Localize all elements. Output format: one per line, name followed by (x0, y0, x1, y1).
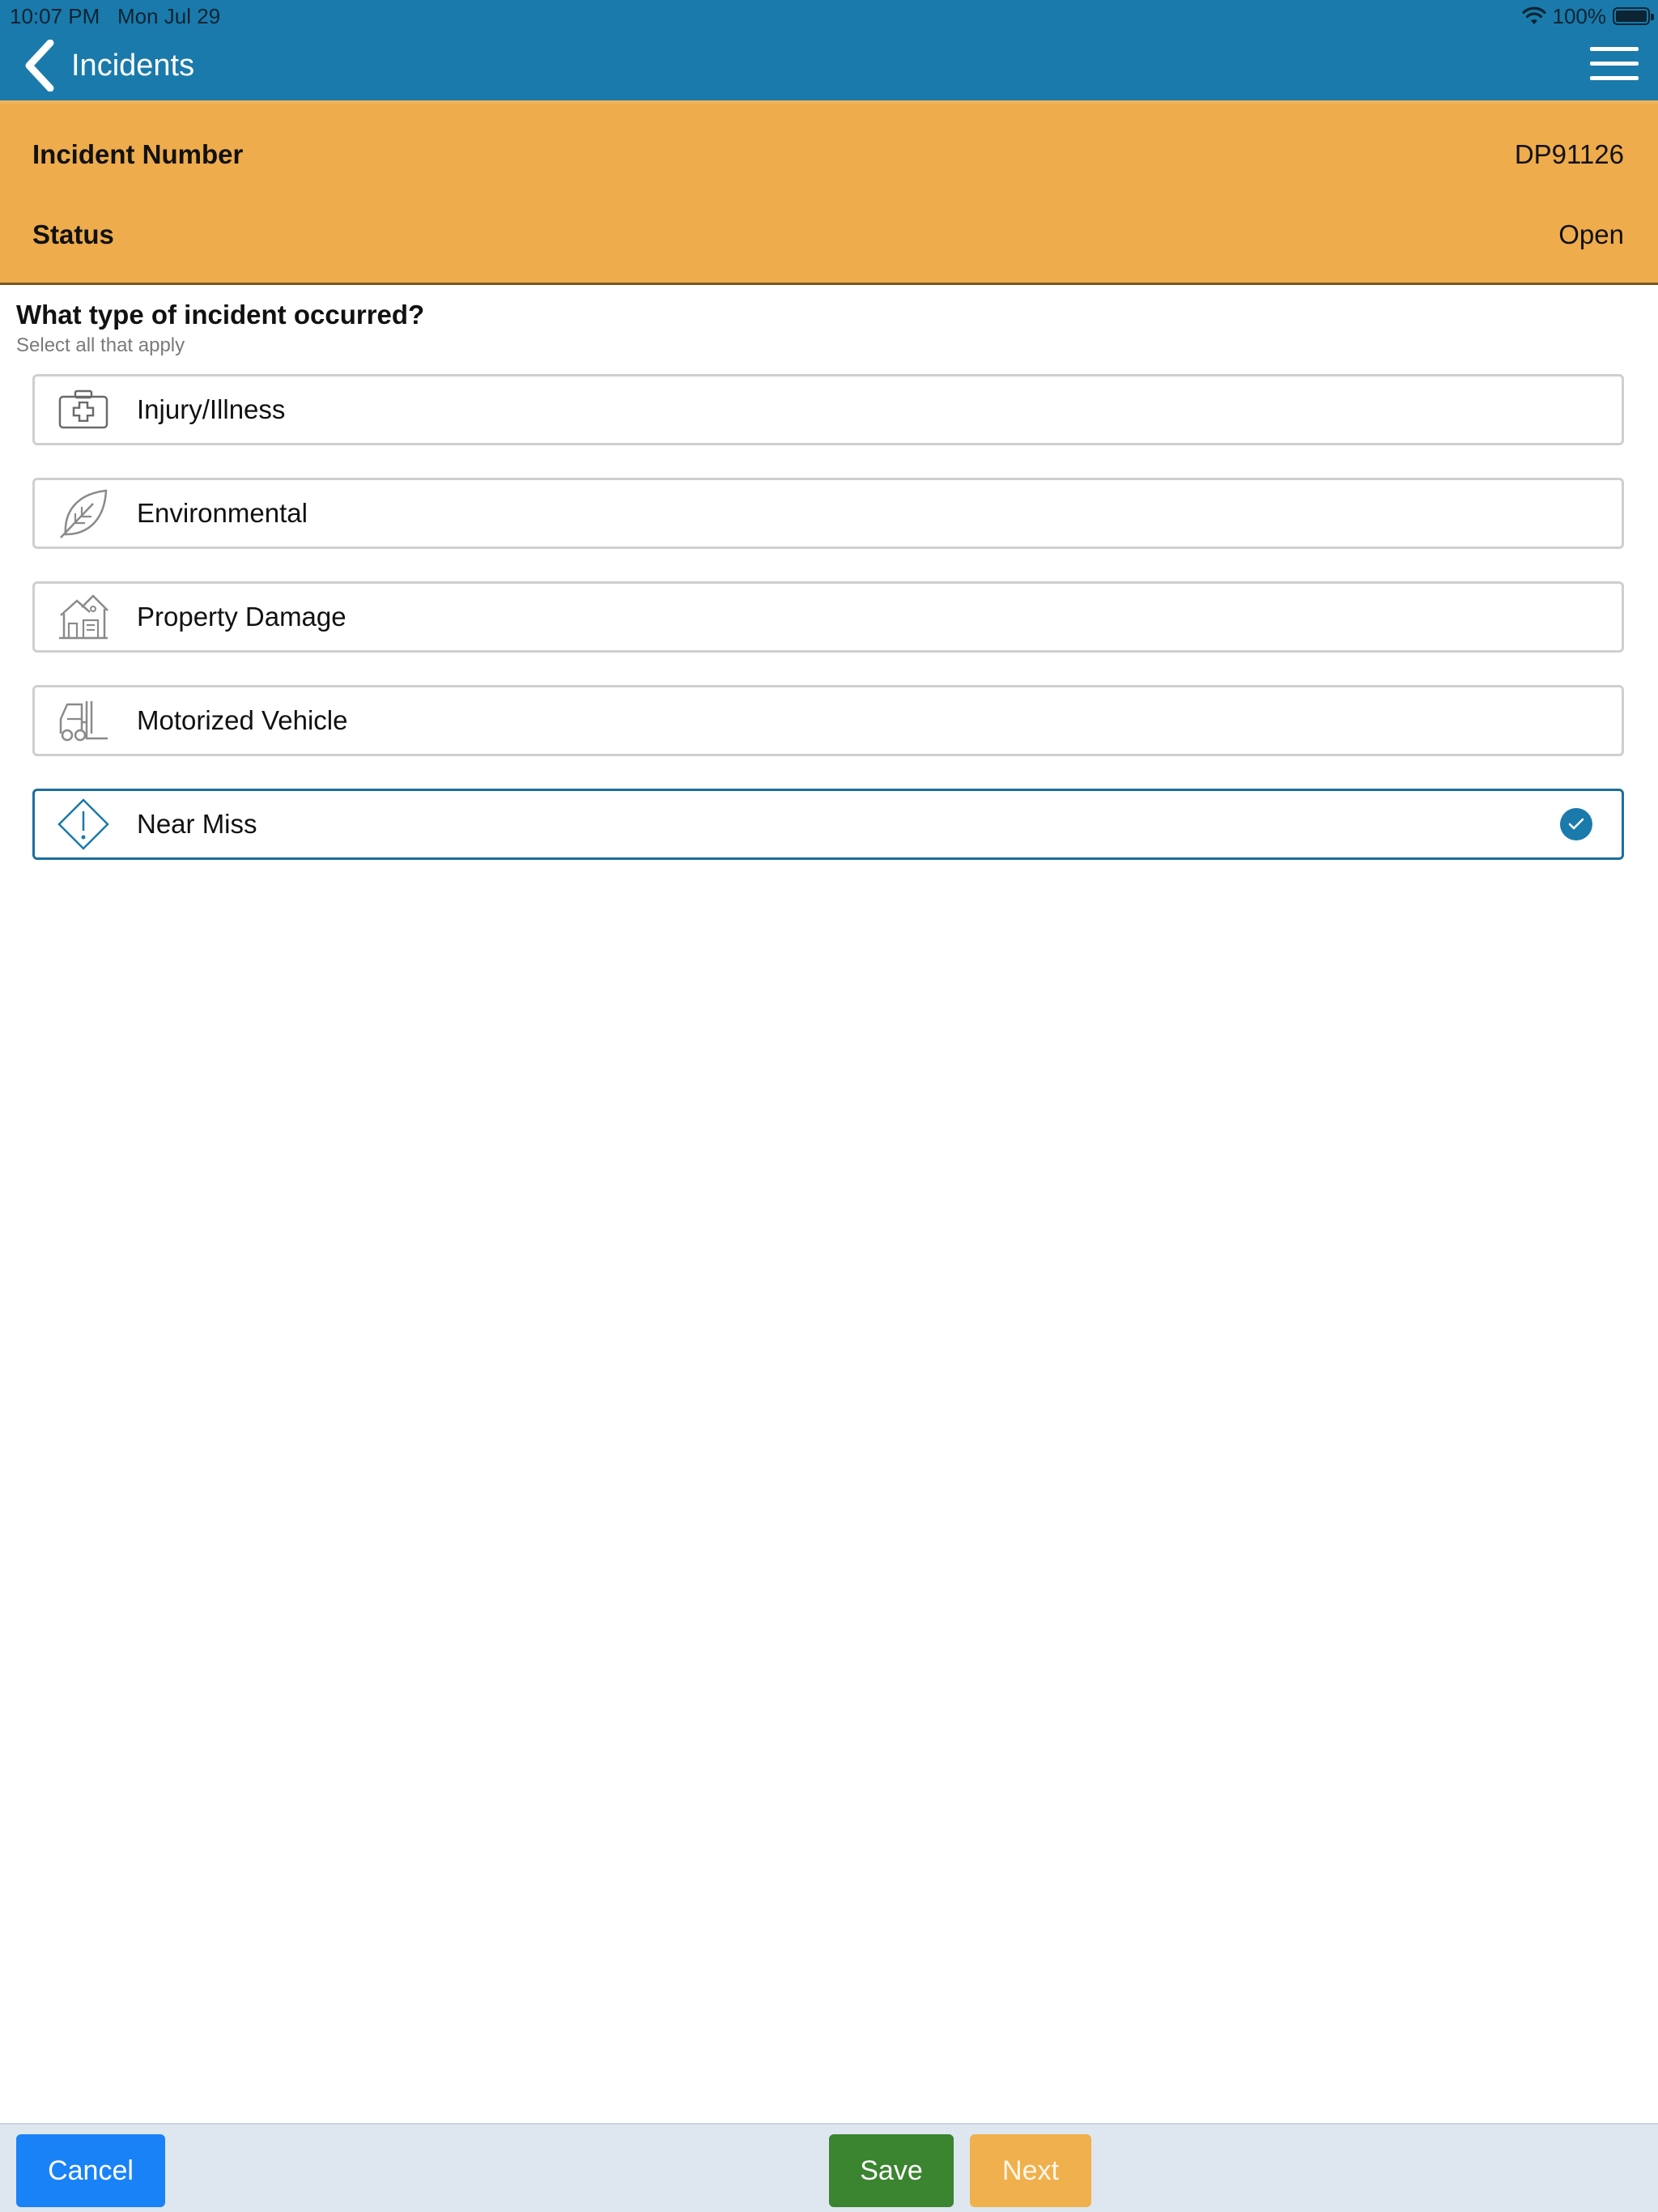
option-near-miss[interactable]: Near Miss (32, 789, 1624, 860)
status-label: Status (32, 219, 114, 249)
status-date: Mon Jul 29 (117, 4, 221, 28)
incident-number-value: DP91126 (1514, 139, 1624, 169)
warning-diamond-icon (57, 798, 109, 850)
top-bar: 10:07 PM Mon Jul 29 100% Incidents (0, 0, 1658, 104)
battery-icon (1613, 7, 1654, 25)
status-value: Open (1558, 219, 1624, 249)
selected-check-icon (1560, 808, 1592, 840)
option-motorized-vehicle[interactable]: Motorized Vehicle (32, 685, 1624, 756)
hamburger-line (1590, 76, 1639, 80)
hamburger-menu-icon (1590, 47, 1639, 51)
cancel-button[interactable]: Cancel (16, 2134, 165, 2207)
option-injury-illness[interactable]: Injury/Illness (32, 374, 1624, 445)
option-environmental[interactable]: Environmental (32, 478, 1624, 549)
option-label: Motorized Vehicle (137, 705, 348, 735)
building-icon (57, 591, 109, 643)
nav-title: Incidents (71, 48, 195, 83)
battery-fill (1616, 11, 1647, 22)
question-hint: Select all that apply (16, 334, 185, 356)
chevron-left-icon (25, 40, 54, 91)
hamburger-line (1590, 62, 1639, 66)
next-button[interactable]: Next (970, 2134, 1091, 2207)
status-bar-time: 10:07 PM Mon Jul 29 (10, 2, 220, 31)
incident-number-row: Incident Number DP91126 (32, 130, 1624, 179)
wifi-icon (1521, 6, 1546, 24)
forklift-icon (57, 695, 109, 747)
incident-number-label: Incident Number (32, 139, 244, 169)
question-title: What type of incident occurred? (16, 300, 425, 330)
status-bar-right: 100% (1521, 2, 1654, 31)
option-label: Property Damage (137, 602, 346, 632)
status-time: 10:07 PM (10, 4, 100, 28)
incident-info-panel: Incident Number DP91126 Status Open (0, 104, 1658, 285)
first-aid-kit-icon (57, 384, 109, 436)
save-button[interactable]: Save (829, 2134, 954, 2207)
option-label: Near Miss (137, 809, 257, 839)
bottom-action-bar: Cancel Save Next (0, 2123, 1658, 2212)
status-row: Status Open (32, 211, 1624, 259)
battery-percent: 100% (1552, 3, 1607, 28)
option-label: Injury/Illness (137, 394, 286, 424)
leaf-icon (57, 487, 109, 539)
option-property-damage[interactable]: Property Damage (32, 581, 1624, 653)
option-label: Environmental (137, 498, 308, 528)
menu-button[interactable] (1590, 47, 1639, 84)
back-button[interactable]: Incidents (23, 37, 194, 94)
